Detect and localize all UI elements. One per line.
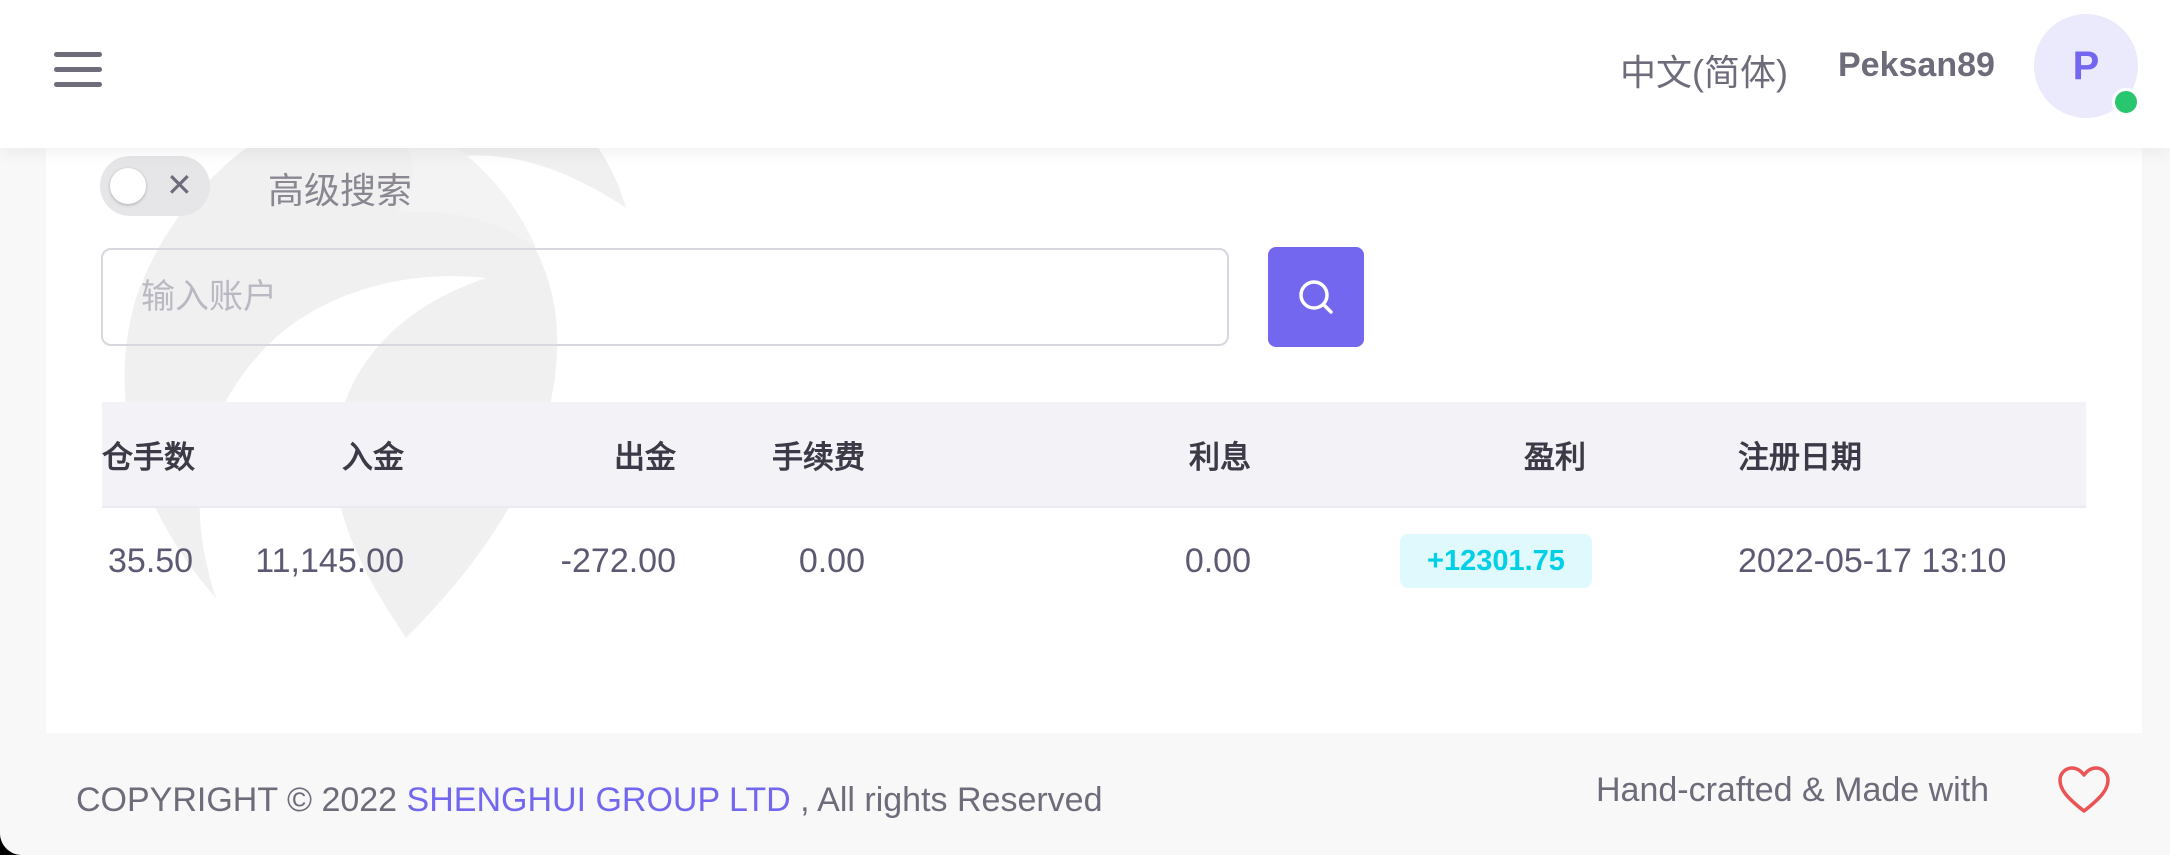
online-status-dot	[2112, 88, 2140, 116]
cell-fee: 0.00	[798, 542, 865, 580]
search-icon	[1299, 280, 1333, 314]
close-icon: ✕	[166, 167, 193, 203]
copyright-text: COPYRIGHT © 2022 SHENGHUI GROUP LTD , Al…	[76, 781, 1103, 820]
cell-register-date: 2022-05-17 13:10	[1738, 542, 2007, 580]
copyright-prefix: COPYRIGHT © 2022	[76, 781, 407, 819]
table-row[interactable]: 35.50 11,145.00 -272.00 0.00 0.00 +12301…	[102, 506, 2086, 618]
cell-interest: 0.00	[1184, 542, 1251, 580]
toggle-knob	[110, 168, 146, 204]
search-button[interactable]	[1268, 247, 1364, 347]
cell-deposit: 11,145.00	[255, 542, 404, 580]
col-fee: 手续费	[772, 440, 865, 475]
app-frame: 中文(简体) Peksan89 P ✕ 高级搜索 仓手数 入金	[0, 0, 2170, 855]
account-search-input[interactable]	[101, 248, 1229, 346]
col-interest: 利息	[1189, 440, 1251, 475]
col-withdrawal: 出金	[614, 440, 676, 475]
made-with-text: Hand-crafted & Made with	[1596, 771, 1990, 809]
page-footer: COPYRIGHT © 2022 SHENGHUI GROUP LTD , Al…	[0, 733, 2170, 855]
user-name: Peksan89	[1838, 46, 1995, 84]
heart-icon	[2058, 766, 2110, 813]
col-deposit: 入金	[342, 440, 404, 475]
col-lots: 仓手数	[102, 440, 195, 475]
col-profit: 盈利	[1524, 440, 1586, 475]
col-register-date: 注册日期	[1738, 440, 1862, 475]
company-link[interactable]: SHENGHUI GROUP LTD	[407, 781, 791, 819]
profit-badge: +12301.75	[1400, 534, 1592, 588]
cell-lots: 35.50	[108, 542, 194, 580]
advanced-search-toggle[interactable]: ✕	[100, 156, 210, 216]
top-navbar: 中文(简体) Peksan89 P	[0, 0, 2170, 148]
avatar-initial: P	[2072, 44, 2100, 88]
cell-withdrawal: -272.00	[560, 542, 676, 580]
menu-toggle-icon[interactable]	[54, 50, 102, 88]
content-card: ✕ 高级搜索 仓手数 入金 出金 手续费 利息 盈利 注册日期 35.50 11…	[46, 68, 2142, 733]
advanced-search-label: 高级搜索	[268, 170, 413, 211]
rights-text: , All rights Reserved	[800, 781, 1103, 819]
language-selector[interactable]: 中文(简体)	[1620, 44, 1788, 96]
avatar[interactable]: P	[2034, 14, 2140, 118]
table-header: 仓手数 入金 出金 手续费 利息 盈利 注册日期	[102, 402, 2086, 506]
